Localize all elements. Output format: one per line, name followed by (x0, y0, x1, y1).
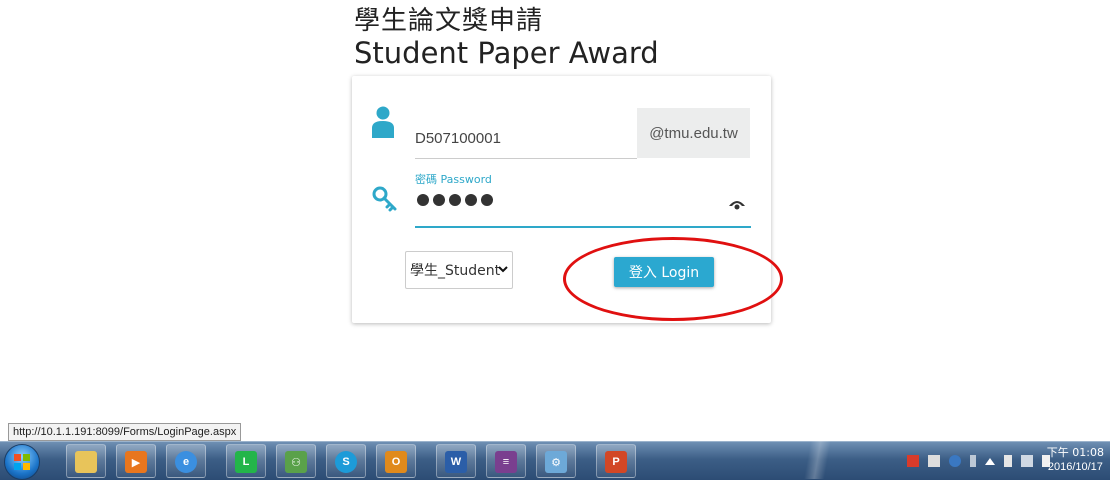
control-panel-icon: ⚙ (545, 451, 567, 473)
pdf-tray-icon[interactable] (907, 455, 919, 467)
username-value: D507100001 (415, 130, 501, 147)
word-icon: W (445, 451, 467, 473)
people-icon: ⚇ (285, 451, 307, 473)
email-domain-addon: @tmu.edu.tw (637, 108, 750, 158)
chevron-down-icon (498, 266, 508, 273)
pen-tray-icon[interactable] (970, 455, 976, 467)
volume-icon[interactable] (1004, 455, 1012, 467)
role-select[interactable]: 學生_Student (405, 251, 513, 289)
internet-explorer-icon: e (175, 451, 197, 473)
clock-time: 下午 01:08 (1046, 446, 1104, 459)
user-icon (372, 106, 394, 138)
taskbar-control-panel[interactable]: ⚙ (536, 444, 576, 478)
password-label: 密碼 Password (415, 173, 492, 186)
taskbar-internet-explorer[interactable]: e (166, 444, 206, 478)
skype-icon: S (335, 451, 357, 473)
taskbar-clock[interactable]: 下午 01:08 2016/10/17 (1047, 446, 1104, 474)
taskbar-media-player[interactable]: ▶ (116, 444, 156, 478)
windows-logo-icon (14, 454, 30, 470)
outlook-icon: O (385, 451, 407, 473)
windows-taskbar: ▶ e L ⚇ S O W ≡ ⚙ P 下午 01:08 2016/10/17 (0, 441, 1110, 480)
page-title-en: Student Paper Award (354, 36, 659, 70)
show-password-eye-icon[interactable] (729, 198, 745, 210)
username-input[interactable]: D507100001 (415, 108, 637, 159)
keyboard-tray-icon[interactable] (928, 455, 940, 467)
page-header: 學生論文獎申請 Student Paper Award (354, 6, 659, 70)
help-tray-icon[interactable] (949, 455, 961, 467)
role-selected-value: 學生_Student (410, 263, 501, 279)
powerpoint-icon: P (605, 451, 627, 473)
page-title-zh: 學生論文獎申請 (354, 6, 544, 36)
taskbar-line[interactable]: L (226, 444, 266, 478)
taskbar-word[interactable]: W (436, 444, 476, 478)
taskbar-skype[interactable]: S (326, 444, 366, 478)
media-player-icon: ▶ (125, 451, 147, 473)
line-icon: L (235, 451, 257, 473)
password-input[interactable] (415, 186, 751, 228)
taskbar-people[interactable]: ⚇ (276, 444, 316, 478)
password-masked-value (417, 194, 493, 206)
login-button[interactable]: 登入 Login (614, 257, 714, 287)
winrar-icon: ≡ (495, 451, 517, 473)
taskbar-powerpoint[interactable]: P (596, 444, 636, 478)
taskbar-winrar[interactable]: ≡ (486, 444, 526, 478)
folder-icon (75, 451, 97, 473)
status-bar-url: http://10.1.1.191:8099/Forms/LoginPage.a… (8, 423, 242, 441)
show-hidden-icons-icon[interactable] (985, 457, 995, 465)
key-icon (372, 186, 397, 212)
login-card: D507100001 @tmu.edu.tw 密碼 Password 學生_St… (352, 76, 771, 323)
system-tray (907, 452, 1050, 470)
taskbar-explorer[interactable] (66, 444, 106, 478)
network-icon[interactable] (1021, 455, 1033, 467)
clock-date: 2016/10/17 (1047, 461, 1103, 473)
start-button[interactable] (4, 444, 40, 480)
taskbar-outlook[interactable]: O (376, 444, 416, 478)
